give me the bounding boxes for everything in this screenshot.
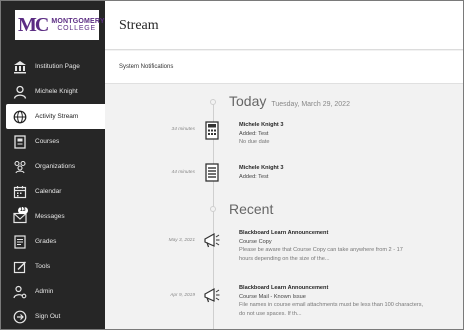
item-due-date: No due date	[239, 139, 270, 145]
messages-icon: 13	[13, 206, 28, 224]
sign-out-icon	[13, 310, 27, 324]
user-icon	[13, 85, 27, 99]
item-detail: Added: Test	[239, 130, 269, 137]
messages-count-badge: 13	[18, 206, 28, 214]
courses-icon	[13, 134, 27, 149]
sidebar-item-label: Grades	[35, 238, 57, 245]
item-title[interactable]: Blackboard Learn Announcement	[239, 284, 463, 293]
sidebar-item-label: Organizations	[35, 163, 76, 170]
calculator-icon	[202, 121, 222, 141]
logo-text: MONTGOMERY COLLEGE	[51, 18, 104, 32]
item-time: Apr 9, 2019	[170, 293, 195, 298]
today-heading: Today Tuesday, March 29, 2022	[229, 93, 350, 109]
sidebar-item-organizations[interactable]: Organizations	[1, 154, 105, 179]
institution-icon	[13, 60, 27, 74]
page-header: Stream	[105, 1, 463, 50]
item-subject: Course Mail - Known Issue	[239, 293, 306, 300]
sidebar-item-label: Admin	[35, 288, 54, 295]
sidebar-item-tools[interactable]: Tools	[1, 254, 105, 279]
sidebar-item-label: Michele Knight	[35, 88, 78, 95]
timeline-dot	[210, 206, 216, 212]
section-date: Tuesday, March 29, 2022	[271, 101, 350, 108]
item-body: Michele Knight 3 Added: Test No due date	[239, 121, 463, 147]
tools-icon	[13, 260, 27, 274]
grades-icon	[13, 234, 27, 249]
megaphone-icon	[202, 230, 222, 250]
section-title: Recent	[229, 201, 274, 217]
item-body: Michele Knight 3 Added: Test	[239, 164, 463, 181]
recent-heading: Recent	[229, 201, 273, 217]
sidebar-item-label: Institution Page	[35, 63, 80, 70]
sidebar-item-label: Messages	[35, 213, 65, 220]
sidebar-item-label: Activity Stream	[35, 113, 79, 120]
sidebar-item-calendar[interactable]: Calendar	[1, 179, 105, 204]
organizations-icon	[13, 160, 27, 174]
item-time: 34 minutes	[171, 127, 195, 132]
sidebar-item-label: Courses	[35, 138, 60, 145]
app-window: MC MONTGOMERY COLLEGE Institution Page M…	[0, 0, 464, 330]
globe-icon	[13, 110, 27, 124]
document-icon	[202, 163, 222, 183]
item-description: do not use spaces. If th...	[239, 310, 302, 317]
sidebar-item-profile[interactable]: Michele Knight	[1, 79, 105, 104]
sidebar-nav: Institution Page Michele Knight Activity…	[1, 54, 105, 329]
megaphone-icon	[202, 285, 222, 305]
admin-icon	[13, 285, 27, 299]
item-body: Blackboard Learn Announcement Course Mai…	[239, 284, 463, 318]
item-description: File names in course email attachments m…	[239, 302, 424, 308]
system-notifications-link[interactable]: System Notifications	[119, 64, 173, 70]
calendar-icon	[13, 185, 27, 199]
item-body: Blackboard Learn Announcement Course Cop…	[239, 229, 463, 263]
main-content: Stream System Notifications Today Tuesda…	[105, 1, 463, 329]
college-logo[interactable]: MC MONTGOMERY COLLEGE	[15, 10, 105, 40]
sidebar-item-institution-page[interactable]: Institution Page	[1, 54, 105, 79]
logo-mark: MC	[18, 14, 49, 36]
logo-line-2: COLLEGE	[57, 25, 96, 32]
item-title[interactable]: Michele Knight 3	[239, 121, 463, 130]
filter-bar: System Notifications	[105, 51, 463, 84]
item-description: Please be aware that Course Copy can tak…	[239, 247, 403, 253]
item-subject: Course Copy	[239, 238, 272, 245]
section-title: Today	[229, 93, 267, 109]
item-detail: Added: Test	[239, 173, 269, 180]
item-description: hours depending on the size of the...	[239, 255, 330, 262]
sidebar-item-label: Sign Out	[35, 313, 61, 320]
sidebar: MC MONTGOMERY COLLEGE Institution Page M…	[1, 1, 105, 329]
timeline-dot	[210, 99, 216, 105]
sidebar-item-sign-out[interactable]: Sign Out	[1, 304, 105, 329]
page-title: Stream	[119, 18, 159, 33]
sidebar-item-admin[interactable]: Admin	[1, 279, 105, 304]
sidebar-item-courses[interactable]: Courses	[1, 129, 105, 154]
item-title[interactable]: Blackboard Learn Announcement	[239, 229, 463, 238]
item-time: May 3, 2021	[168, 238, 195, 243]
logo-line-1: MONTGOMERY	[51, 18, 105, 25]
sidebar-item-grades[interactable]: Grades	[1, 229, 105, 254]
item-title[interactable]: Michele Knight 3	[239, 164, 463, 173]
sidebar-item-messages[interactable]: 13 Messages	[1, 204, 105, 229]
item-time: 44 minutes	[171, 170, 195, 175]
sidebar-item-label: Calendar	[35, 188, 62, 195]
sidebar-item-activity-stream[interactable]: Activity Stream	[6, 104, 105, 129]
sidebar-item-label: Tools	[35, 263, 51, 270]
